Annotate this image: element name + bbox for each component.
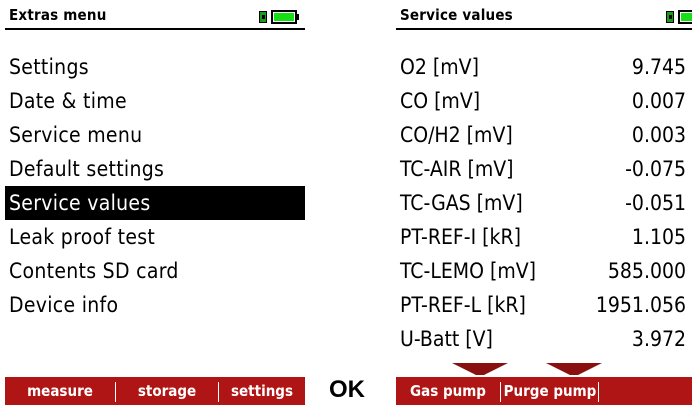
softkey-settings[interactable]: settings — [219, 377, 305, 405]
value-label: O2 [mV] — [400, 55, 479, 79]
value-row: TC-AIR [mV] -0.075 — [396, 152, 692, 186]
value-row: CO/H2 [mV] 0.003 — [396, 118, 692, 152]
value-reading: 0.007 — [631, 89, 686, 113]
softkey-measure[interactable]: measure — [5, 377, 115, 405]
menu-item-settings[interactable]: Settings — [5, 50, 305, 84]
screen-title: Service values — [400, 6, 513, 24]
value-label: CO/H2 [mV] — [400, 123, 513, 147]
value-reading: 3.972 — [631, 327, 686, 351]
value-reading: 585.000 — [607, 259, 686, 283]
softkey-bar: Gas pump Purge pump — [396, 375, 692, 405]
value-label: TC-AIR [mV] — [400, 157, 514, 181]
battery-icon — [259, 10, 299, 24]
menu-item-leak-proof-test[interactable]: Leak proof test — [5, 220, 305, 254]
value-label: TC-GAS [mV] — [400, 191, 523, 215]
menu-item-date-time[interactable]: Date & time — [5, 84, 305, 118]
service-values-screen: Service values O2 [mV] 9.745 CO [mV] 0.007… — [396, 0, 692, 405]
screen-title: Extras menu — [9, 6, 107, 24]
plug-icon — [666, 11, 674, 23]
value-row: TC-GAS [mV] -0.051 — [396, 186, 692, 220]
menu-item-contents-sd-card[interactable]: Contents SD card — [5, 254, 305, 288]
plug-icon — [259, 11, 267, 23]
value-row: U-Batt [V] 3.972 — [396, 322, 692, 356]
value-row: O2 [mV] 9.745 — [396, 50, 692, 84]
extras-menu-list: Settings Date & time Service menu Defaul… — [5, 50, 305, 322]
ok-key-label: OK — [329, 376, 365, 403]
value-label: PT-REF-L [kR] — [400, 293, 526, 317]
value-label: TC-LEMO [mV] — [400, 259, 537, 283]
value-label: PT-REF-I [kR] — [400, 225, 521, 249]
value-row: PT-REF-I [kR] 1.105 — [396, 220, 692, 254]
softkey-gas-pump[interactable]: Gas pump — [396, 377, 500, 405]
menu-item-default-settings[interactable]: Default settings — [5, 152, 305, 186]
value-row: PT-REF-L [kR] 1951.056 — [396, 288, 692, 322]
title-bar: Service values — [396, 4, 692, 30]
value-reading: 9.745 — [631, 55, 686, 79]
softkey-purge-pump[interactable]: Purge pump — [502, 377, 598, 405]
menu-item-service-menu[interactable]: Service menu — [5, 118, 305, 152]
value-reading: 1.105 — [631, 225, 686, 249]
value-row: CO [mV] 0.007 — [396, 84, 692, 118]
title-bar: Extras menu — [5, 4, 305, 30]
value-reading: -0.075 — [625, 157, 686, 181]
value-label: CO [mV] — [400, 89, 481, 113]
value-reading: -0.051 — [625, 191, 686, 215]
softkey-bar: measure storage settings — [5, 375, 305, 405]
value-label: U-Batt [V] — [400, 327, 493, 351]
value-reading: 0.003 — [631, 123, 686, 147]
softkey-storage[interactable]: storage — [116, 377, 218, 405]
menu-item-service-values[interactable]: Service values — [5, 186, 305, 220]
extras-menu-screen: Extras menu Settings Date & time Service… — [5, 0, 305, 405]
battery-icon — [666, 10, 692, 24]
menu-item-device-info[interactable]: Device info — [5, 288, 305, 322]
value-reading: 1951.056 — [595, 293, 686, 317]
service-values-list: O2 [mV] 9.745 CO [mV] 0.007 CO/H2 [mV] 0.00… — [396, 50, 692, 356]
value-row: TC-LEMO [mV] 585.000 — [396, 254, 692, 288]
